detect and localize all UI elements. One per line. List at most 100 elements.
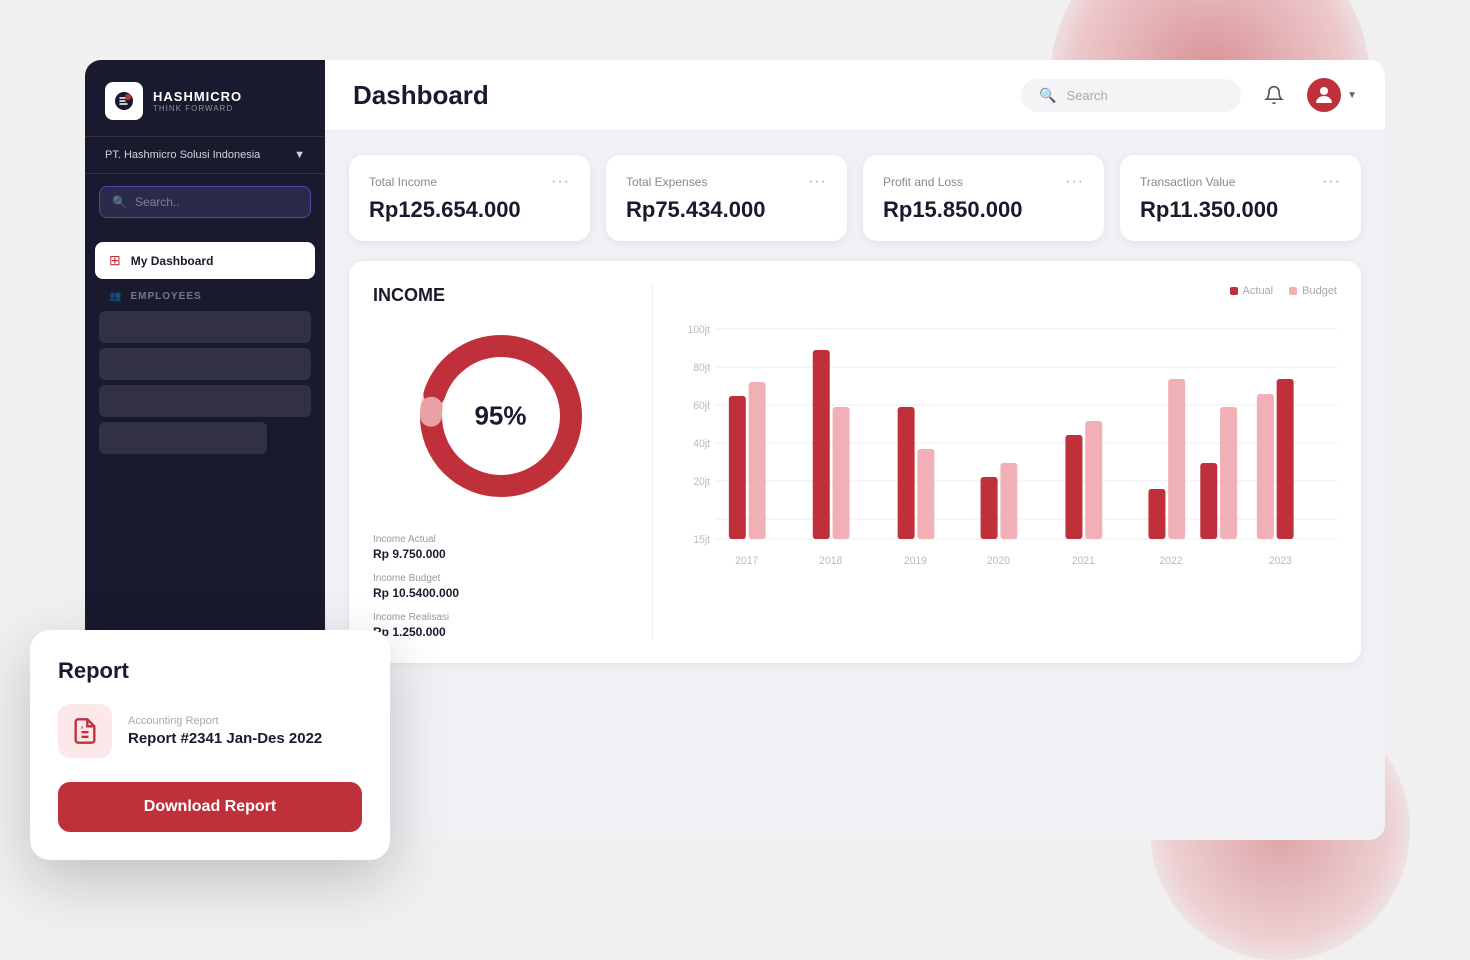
- nav-placeholder-1[interactable]: [99, 311, 311, 343]
- legend-actual-label: Actual: [1243, 285, 1274, 297]
- income-legend: Income Actual Rp 9.750.000 Income Budget…: [373, 534, 628, 639]
- sidebar-item-label: My Dashboard: [131, 254, 214, 268]
- report-file-icon: [58, 704, 112, 758]
- bar-chart-svg: 100jt 80jt 60jt 40jt 20jt 15jt: [677, 309, 1337, 589]
- kpi-value-transaction: Rp11.350.000: [1140, 197, 1341, 223]
- kpi-header-income: Total Income ···: [369, 173, 570, 191]
- svg-text:2020: 2020: [987, 555, 1010, 567]
- dashboard-body: Total Income ··· Rp125.654.000 Total Exp…: [325, 131, 1385, 840]
- header-right: 🔍 ▼: [1021, 78, 1357, 112]
- header-search-input[interactable]: [1067, 88, 1224, 103]
- svg-text:20jt: 20jt: [693, 476, 710, 488]
- chevron-down-icon: ▼: [294, 149, 305, 161]
- income-left: INCOME 95%: [373, 285, 653, 639]
- kpi-title-expenses: Total Expenses: [626, 175, 707, 189]
- section-label-text: EMPLOYEES: [130, 291, 201, 302]
- legend-value-budget: Rp 10.5400.000: [373, 586, 628, 600]
- logo-tagline: THINK FORWARD: [153, 104, 242, 113]
- budget-dot: [1289, 287, 1297, 295]
- sidebar-item-dashboard[interactable]: ⊞ My Dashboard: [95, 242, 315, 279]
- kpi-more-expenses[interactable]: ···: [808, 173, 827, 191]
- legend-value-actual: Rp 9.750.000: [373, 547, 628, 561]
- legend-budget: Budget: [1289, 285, 1337, 297]
- report-type: Accounting Report: [128, 715, 322, 727]
- income-section: INCOME 95%: [349, 261, 1361, 663]
- nav-placeholder-4[interactable]: [99, 422, 267, 454]
- legend-item-budget: Income Budget Rp 10.5400.000: [373, 573, 628, 600]
- legend-value-realisasi: Rp 1.250.000: [373, 625, 628, 639]
- section-employees: 👥 EMPLOYEES: [85, 283, 325, 306]
- actual-dot: [1230, 287, 1238, 295]
- kpi-header-profit: Profit and Loss ···: [883, 173, 1084, 191]
- logo-text: HASHMICRO THINK FORWARD: [153, 89, 242, 113]
- svg-text:80jt: 80jt: [693, 362, 710, 374]
- company-selector[interactable]: PT. Hashmicro Solusi Indonesia ▼: [85, 137, 325, 174]
- sidebar-logo: HASHMICRO THINK FORWARD: [85, 60, 325, 137]
- kpi-header-transaction: Transaction Value ···: [1140, 173, 1341, 191]
- chevron-down-icon: ▼: [1347, 90, 1357, 101]
- kpi-card-expenses: Total Expenses ··· Rp75.434.000: [606, 155, 847, 241]
- logo-icon: [105, 82, 143, 120]
- svg-text:100jt: 100jt: [688, 324, 711, 336]
- logo-name: HASHMICRO: [153, 89, 242, 104]
- dashboard-icon: ⊞: [109, 252, 121, 269]
- chart-legend: Actual Budget: [677, 285, 1337, 297]
- svg-text:40jt: 40jt: [693, 438, 710, 450]
- employees-icon: 👥: [109, 291, 122, 302]
- income-right: Actual Budget: [677, 285, 1337, 639]
- svg-text:2023: 2023: [1269, 555, 1292, 567]
- report-item: Accounting Report Report #2341 Jan-Des 2…: [58, 704, 362, 758]
- kpi-more-profit[interactable]: ···: [1065, 173, 1084, 191]
- logo-container: HASHMICRO THINK FORWARD: [105, 82, 305, 120]
- svg-text:60jt: 60jt: [693, 400, 710, 412]
- company-name: PT. Hashmicro Solusi Indonesia: [105, 149, 260, 161]
- svg-text:2019: 2019: [904, 555, 927, 567]
- sidebar-search-input[interactable]: [135, 195, 298, 209]
- kpi-title-income: Total Income: [369, 175, 437, 189]
- report-popup-title: Report: [58, 658, 362, 684]
- search-bar-container: 🔍: [1021, 79, 1241, 112]
- bar-chart-container: 100jt 80jt 60jt 40jt 20jt 15jt: [677, 309, 1337, 639]
- donut-chart: 95%: [411, 326, 591, 506]
- nav-placeholder-2[interactable]: [99, 348, 311, 380]
- kpi-title-transaction: Transaction Value: [1140, 175, 1235, 189]
- kpi-title-profit: Profit and Loss: [883, 175, 963, 189]
- download-report-button[interactable]: Download Report: [58, 782, 362, 832]
- legend-budget-label: Budget: [1302, 285, 1337, 297]
- kpi-card-transaction: Transaction Value ··· Rp11.350.000: [1120, 155, 1361, 241]
- kpi-card-income: Total Income ··· Rp125.654.000: [349, 155, 590, 241]
- kpi-row: Total Income ··· Rp125.654.000 Total Exp…: [349, 155, 1361, 241]
- kpi-card-profit: Profit and Loss ··· Rp15.850.000: [863, 155, 1104, 241]
- user-dropdown[interactable]: ▼: [1307, 78, 1357, 112]
- report-name: Report #2341 Jan-Des 2022: [128, 730, 322, 747]
- svg-text:2022: 2022: [1160, 555, 1183, 567]
- report-popup: Report Accounting Report Report #2341 Ja…: [30, 630, 390, 860]
- kpi-header-expenses: Total Expenses ···: [626, 173, 827, 191]
- kpi-more-transaction[interactable]: ···: [1322, 173, 1341, 191]
- legend-item-realisasi: Income Realisasi Rp 1.250.000: [373, 612, 628, 639]
- header-search-icon: 🔍: [1039, 87, 1056, 104]
- page-title: Dashboard: [353, 80, 489, 111]
- sidebar-search-container: 🔍: [99, 186, 311, 218]
- svg-text:15jt: 15jt: [693, 534, 710, 546]
- svg-text:2017: 2017: [735, 555, 758, 567]
- kpi-value-profit: Rp15.850.000: [883, 197, 1084, 223]
- legend-item-actual: Income Actual Rp 9.750.000: [373, 534, 628, 561]
- svg-text:2018: 2018: [819, 555, 842, 567]
- notification-bell-icon[interactable]: [1257, 78, 1291, 112]
- legend-label-budget: Income Budget: [373, 573, 628, 584]
- header: Dashboard 🔍: [325, 60, 1385, 131]
- avatar: [1307, 78, 1341, 112]
- nav-placeholder-3[interactable]: [99, 385, 311, 417]
- legend-label-realisasi: Income Realisasi: [373, 612, 628, 623]
- kpi-value-expenses: Rp75.434.000: [626, 197, 827, 223]
- legend-label-actual: Income Actual: [373, 534, 628, 545]
- income-chart-title: INCOME: [373, 285, 445, 306]
- legend-actual: Actual: [1230, 285, 1274, 297]
- kpi-more-income[interactable]: ···: [551, 173, 570, 191]
- svg-text:2021: 2021: [1072, 555, 1095, 567]
- report-info: Accounting Report Report #2341 Jan-Des 2…: [128, 715, 322, 747]
- main-content: Dashboard 🔍: [325, 60, 1385, 840]
- kpi-value-income: Rp125.654.000: [369, 197, 570, 223]
- donut-center-value: 95%: [474, 401, 526, 432]
